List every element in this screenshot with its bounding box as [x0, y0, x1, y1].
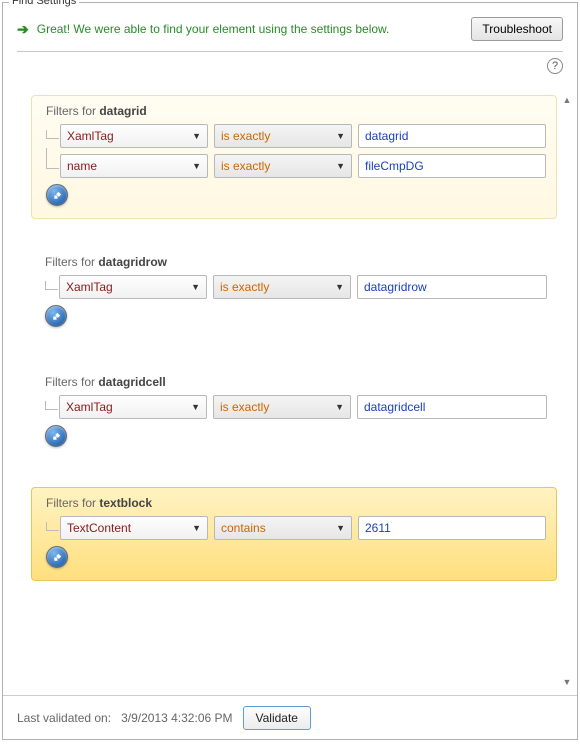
- panel-title: Find Settings: [9, 0, 79, 7]
- property-dropdown[interactable]: XamlTag ▼: [60, 124, 208, 148]
- filter-row: XamlTag ▼ is exactly ▼ datagridrow: [59, 275, 547, 299]
- filters-for-label: Filters for: [46, 496, 99, 510]
- filter-section-title: Filters for textblock: [42, 496, 546, 510]
- value-input-text: datagridcell: [364, 400, 425, 414]
- filters-for-label: Filters for: [45, 375, 98, 389]
- chevron-down-icon: ▼: [191, 402, 200, 412]
- help-icon[interactable]: ?: [547, 58, 563, 74]
- operator-dropdown[interactable]: is exactly ▼: [213, 395, 351, 419]
- filter-target-name: datagridrow: [98, 255, 167, 269]
- chevron-down-icon: ▼: [336, 131, 345, 141]
- validate-button[interactable]: Validate: [243, 706, 311, 730]
- status-message: Great! We were able to find your element…: [37, 22, 472, 36]
- last-validated-label: Last validated on:: [17, 711, 111, 725]
- operator-dropdown-value: is exactly: [220, 280, 269, 294]
- property-dropdown[interactable]: name ▼: [60, 154, 208, 178]
- chevron-down-icon: ▼: [336, 161, 345, 171]
- filter-row: name ▼ is exactly ▼ fileCmpDG: [60, 154, 546, 178]
- filter-section-title: Filters for datagridcell: [41, 375, 547, 389]
- operator-dropdown-value: is exactly: [221, 129, 270, 143]
- target-icon-button[interactable]: [46, 546, 68, 568]
- operator-dropdown-value: is exactly: [221, 159, 270, 173]
- filter-target-name: textblock: [99, 496, 152, 510]
- property-dropdown-value: XamlTag: [66, 400, 113, 414]
- operator-dropdown-value: is exactly: [220, 400, 269, 414]
- filter-row: TextContent ▼ contains ▼ 2611: [60, 516, 546, 540]
- operator-dropdown-value: contains: [221, 521, 266, 535]
- filter-section: Filters for textblockTextContent▼contain…: [31, 487, 557, 581]
- value-input-text: 2611: [365, 521, 391, 535]
- filter-section: Filters for datagridrowXamlTag▼is exactl…: [31, 247, 557, 339]
- filter-target-name: datagridcell: [98, 375, 165, 389]
- value-input-text: fileCmpDG: [365, 159, 424, 173]
- value-input[interactable]: datagrid: [358, 124, 546, 148]
- filter-target-name: datagrid: [99, 104, 146, 118]
- filter-section-title: Filters for datagridrow: [41, 255, 547, 269]
- property-dropdown-value: XamlTag: [66, 280, 113, 294]
- property-dropdown[interactable]: XamlTag ▼: [59, 275, 207, 299]
- property-dropdown-value: XamlTag: [67, 129, 114, 143]
- operator-dropdown[interactable]: is exactly ▼: [214, 154, 352, 178]
- value-input-text: datagrid: [365, 129, 408, 143]
- filter-section-title: Filters for datagrid: [42, 104, 546, 118]
- troubleshoot-button[interactable]: Troubleshoot: [471, 17, 563, 41]
- operator-dropdown[interactable]: contains ▼: [214, 516, 352, 540]
- property-dropdown-value: name: [67, 159, 97, 173]
- value-input-text: datagridrow: [364, 280, 427, 294]
- target-icon-button[interactable]: [46, 184, 68, 206]
- filters-for-label: Filters for: [46, 104, 99, 118]
- scroll-up-icon[interactable]: ▲: [560, 93, 574, 107]
- value-input[interactable]: 2611: [358, 516, 546, 540]
- operator-dropdown[interactable]: is exactly ▼: [214, 124, 352, 148]
- filter-row: XamlTag ▼ is exactly ▼ datagrid: [60, 124, 546, 148]
- property-dropdown[interactable]: TextContent ▼: [60, 516, 208, 540]
- chevron-down-icon: ▼: [192, 523, 201, 533]
- vertical-scrollbar[interactable]: ▲ ▼: [560, 93, 574, 689]
- chevron-down-icon: ▼: [336, 523, 345, 533]
- filters-for-label: Filters for: [45, 255, 98, 269]
- value-input[interactable]: datagridcell: [357, 395, 547, 419]
- chevron-down-icon: ▼: [192, 131, 201, 141]
- property-dropdown[interactable]: XamlTag ▼: [59, 395, 207, 419]
- chevron-down-icon: ▼: [191, 282, 200, 292]
- value-input[interactable]: datagridrow: [357, 275, 547, 299]
- chevron-down-icon: ▼: [192, 161, 201, 171]
- target-icon-button[interactable]: [45, 425, 67, 447]
- filter-section: Filters for datagrid XamlTag ▼ is exactly ▼ d…: [31, 95, 557, 219]
- target-icon-button[interactable]: [45, 305, 67, 327]
- value-input[interactable]: fileCmpDG: [358, 154, 546, 178]
- filter-row: XamlTag ▼ is exactly ▼ datagridcell: [59, 395, 547, 419]
- scroll-down-icon[interactable]: ▼: [560, 675, 574, 689]
- success-arrow-icon: ➔: [17, 21, 29, 38]
- last-validated-value: 3/9/2013 4:32:06 PM: [121, 711, 232, 725]
- filter-section: Filters for datagridcellXamlTag▼is exact…: [31, 367, 557, 459]
- property-dropdown-value: TextContent: [67, 521, 131, 535]
- filters-scroll-area: Filters for datagrid XamlTag ▼ is exactly ▼ d…: [3, 89, 577, 693]
- chevron-down-icon: ▼: [335, 402, 344, 412]
- chevron-down-icon: ▼: [335, 282, 344, 292]
- operator-dropdown[interactable]: is exactly ▼: [213, 275, 351, 299]
